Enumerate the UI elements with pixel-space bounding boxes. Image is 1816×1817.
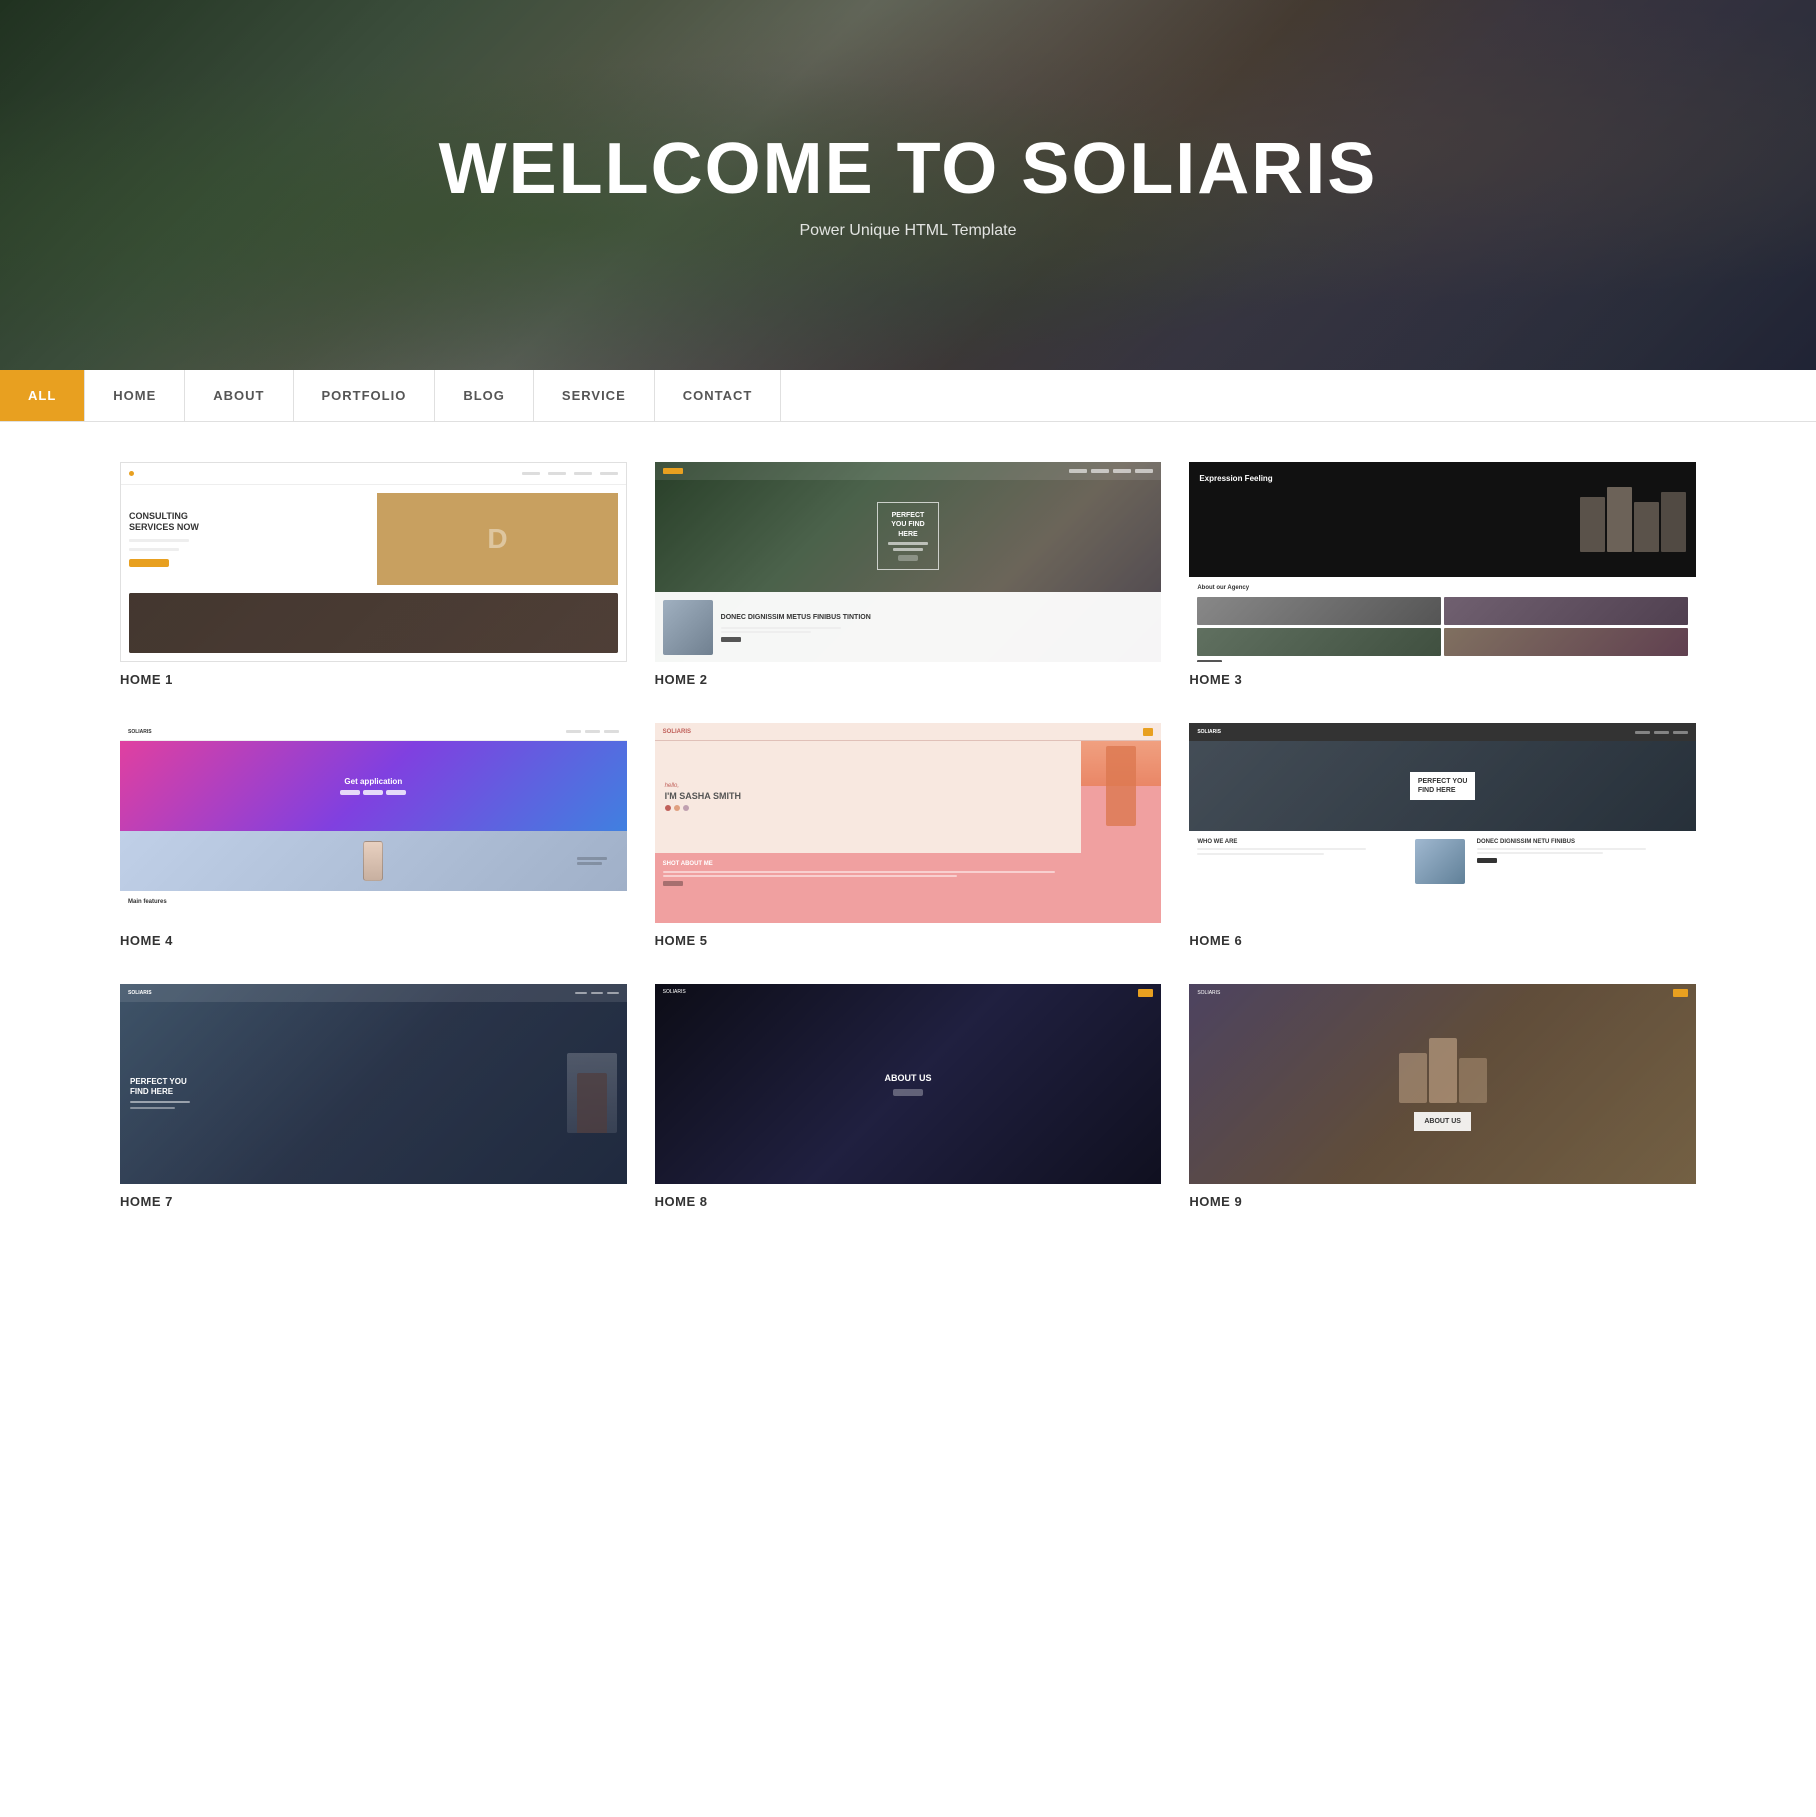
grid-item-home9: SOLIARIS ABOUT US HOM — [1189, 984, 1696, 1209]
home7-label: HOME 7 — [120, 1194, 627, 1209]
grid-item-home7: SOLIARIS PERFECT YOUFIND HERE — [120, 984, 627, 1209]
grid-item-home5: SOLIARIS hello, I'M SASHA SMITH — [655, 723, 1162, 948]
home9-label: HOME 9 — [1189, 1194, 1696, 1209]
preview-header — [121, 463, 626, 485]
home4-label: HOME 4 — [120, 933, 627, 948]
hero-title: WELLCOME TO SOLIARIS — [439, 130, 1378, 209]
preview-home2[interactable]: PERFECTYOU FINDHERE DONEC DIGNISSIM METU… — [655, 462, 1162, 662]
grid-item-home3: Expression Feeling About our Agency — [1189, 462, 1696, 687]
grid-item-home1: CONSULTINGSERVICES NOW D HOME 1 — [120, 462, 627, 687]
preview-home5[interactable]: SOLIARIS hello, I'M SASHA SMITH — [655, 723, 1162, 923]
hero-section: WELLCOME TO SOLIARIS Power Unique HTML T… — [0, 0, 1816, 370]
grid-row-3: SOLIARIS PERFECT YOUFIND HERE — [120, 984, 1696, 1209]
grid-item-home4: SOLIARIS Get application — [120, 723, 627, 948]
grid-section: CONSULTINGSERVICES NOW D HOME 1 — [0, 422, 1816, 1285]
home5-label: HOME 5 — [655, 933, 1162, 948]
hero-subtitle: Power Unique HTML Template — [800, 222, 1017, 240]
preview-home6[interactable]: SOLIARIS PERFECT YOUFIND HERE — [1189, 723, 1696, 923]
tab-about[interactable]: ABOUT — [185, 370, 293, 421]
home8-label: HOME 8 — [655, 1194, 1162, 1209]
tab-portfolio[interactable]: PORTFOLIO — [294, 370, 436, 421]
logo-dot — [129, 471, 134, 476]
home1-label: HOME 1 — [120, 672, 627, 687]
preview-home4[interactable]: SOLIARIS Get application — [120, 723, 627, 923]
preview-header — [655, 462, 1162, 480]
preview-home1[interactable]: CONSULTINGSERVICES NOW D — [120, 462, 627, 662]
preview-home8[interactable]: SOLIARIS ABOUT US — [655, 984, 1162, 1184]
preview-home9[interactable]: SOLIARIS ABOUT US — [1189, 984, 1696, 1184]
grid-row-2: SOLIARIS Get application — [120, 723, 1696, 948]
nav — [1069, 469, 1153, 473]
grid-item-home6: SOLIARIS PERFECT YOUFIND HERE — [1189, 723, 1696, 948]
tab-all[interactable]: ALL — [0, 370, 85, 421]
grid-item-home2: PERFECTYOU FINDHERE DONEC DIGNISSIM METU… — [655, 462, 1162, 687]
nav-tabs: ALL HOME ABOUT PORTFOLIO BLOG SERVICE CO… — [0, 370, 1816, 422]
logo — [663, 468, 683, 474]
tab-blog[interactable]: BLOG — [435, 370, 534, 421]
tab-contact[interactable]: CONTACT — [655, 370, 782, 421]
home3-label: HOME 3 — [1189, 672, 1696, 687]
grid-row-1: CONSULTINGSERVICES NOW D HOME 1 — [120, 462, 1696, 687]
home6-label: HOME 6 — [1189, 933, 1696, 948]
tab-home[interactable]: HOME — [85, 370, 185, 421]
home2-label: HOME 2 — [655, 672, 1162, 687]
tab-service[interactable]: SERVICE — [534, 370, 655, 421]
grid-item-home8: SOLIARIS ABOUT US HOME 8 — [655, 984, 1162, 1209]
preview-home7[interactable]: SOLIARIS PERFECT YOUFIND HERE — [120, 984, 627, 1184]
preview-home3[interactable]: Expression Feeling About our Agency — [1189, 462, 1696, 662]
